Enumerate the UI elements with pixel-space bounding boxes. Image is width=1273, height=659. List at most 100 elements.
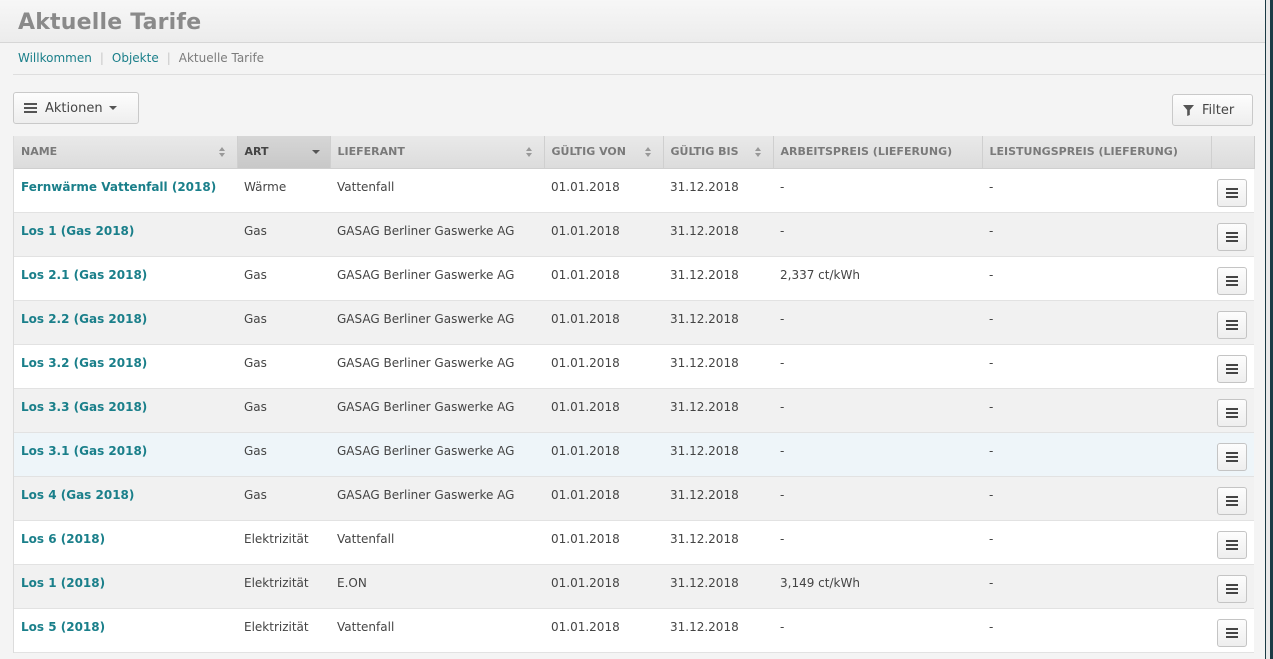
filter-button[interactable]: Filter xyxy=(1172,94,1253,126)
cell-arbeitspreis: - xyxy=(773,520,982,565)
row-menu-button[interactable] xyxy=(1217,530,1247,559)
cell-leistungspreis: - xyxy=(982,212,1211,257)
row-menu-icon xyxy=(1226,231,1238,242)
cell-actions xyxy=(1211,344,1254,389)
cell-gueltig-von: 01.01.2018 xyxy=(544,388,663,433)
table-row[interactable]: Los 5 (2018) Elektrizität Vattenfall 01.01.… xyxy=(14,608,1254,653)
sort-icon xyxy=(525,147,534,157)
cell-actions xyxy=(1211,476,1254,521)
cell-art: Gas xyxy=(237,388,330,433)
cell-name[interactable]: Los 1 (2018) xyxy=(14,564,237,609)
cell-leistungspreis: - xyxy=(982,564,1211,609)
cell-leistungspreis: - xyxy=(982,432,1211,477)
row-menu-button[interactable] xyxy=(1217,442,1247,471)
cell-arbeitspreis: - xyxy=(773,168,982,213)
cell-art: Gas xyxy=(237,476,330,521)
column-header-name[interactable]: NAME xyxy=(14,136,238,169)
column-header-leistungspreis[interactable]: LEISTUNGSPREIS (LIEFERUNG) xyxy=(982,136,1212,169)
row-menu-button[interactable] xyxy=(1217,178,1247,207)
cell-name[interactable]: Los 3.2 (Gas 2018) xyxy=(14,344,237,389)
cell-actions xyxy=(1211,608,1254,653)
cell-gueltig-bis: 31.12.2018 xyxy=(663,168,773,213)
cell-leistungspreis: - xyxy=(982,520,1211,565)
column-header-gueltig-von[interactable]: GÜLTIG VON xyxy=(544,136,664,169)
cell-name[interactable]: Los 1 (Gas 2018) xyxy=(14,212,237,257)
cell-arbeitspreis: 3,149 ct/kWh xyxy=(773,564,982,609)
cell-gueltig-von: 01.01.2018 xyxy=(544,344,663,389)
cell-leistungspreis: - xyxy=(982,256,1211,301)
cell-gueltig-von: 01.01.2018 xyxy=(544,564,663,609)
column-header-arbeitspreis[interactable]: ARBEITSPREIS (LIEFERUNG) xyxy=(773,136,983,169)
table-row[interactable]: Los 3.3 (Gas 2018) Gas GASAG Berliner Gasw… xyxy=(14,388,1254,433)
cell-art: Wärme xyxy=(237,168,330,213)
cell-art: Gas xyxy=(237,432,330,477)
row-menu-button[interactable] xyxy=(1217,354,1247,383)
divider xyxy=(13,74,1265,75)
table-row[interactable]: Los 4 (Gas 2018) Gas GASAG Berliner Gaswer… xyxy=(14,476,1254,521)
row-menu-icon xyxy=(1226,583,1238,594)
row-menu-button[interactable] xyxy=(1217,310,1247,339)
cell-art: Elektrizität xyxy=(237,564,330,609)
table-row[interactable]: Los 3.1 (Gas 2018) Gas GASAG Berliner Gasw… xyxy=(14,432,1254,477)
table-row[interactable]: Fernwärme Vattenfall (2018) Wärme Vattenfa… xyxy=(14,168,1254,213)
row-menu-button[interactable] xyxy=(1217,574,1247,603)
cell-gueltig-bis: 31.12.2018 xyxy=(663,212,773,257)
cell-name[interactable]: Los 3.1 (Gas 2018) xyxy=(14,432,237,477)
row-menu-button[interactable] xyxy=(1217,222,1247,251)
cell-name[interactable]: Fernwärme Vattenfall (2018) xyxy=(14,168,237,213)
cell-lieferant: GASAG Berliner Gaswerke AG xyxy=(330,432,544,477)
cell-gueltig-bis: 31.12.2018 xyxy=(663,388,773,433)
cell-arbeitspreis: - xyxy=(773,300,982,345)
column-header-gueltig-bis[interactable]: GÜLTIG BIS xyxy=(663,136,774,169)
row-menu-button[interactable] xyxy=(1217,266,1247,295)
cell-gueltig-bis: 31.12.2018 xyxy=(663,476,773,521)
cell-gueltig-bis: 31.12.2018 xyxy=(663,432,773,477)
cell-arbeitspreis: 2,337 ct/kWh xyxy=(773,256,982,301)
cell-leistungspreis: - xyxy=(982,476,1211,521)
cell-lieferant: GASAG Berliner Gaswerke AG xyxy=(330,388,544,433)
cell-actions xyxy=(1211,300,1254,345)
cell-lieferant: GASAG Berliner Gaswerke AG xyxy=(330,344,544,389)
cell-gueltig-von: 01.01.2018 xyxy=(544,256,663,301)
cell-gueltig-bis: 31.12.2018 xyxy=(663,520,773,565)
row-menu-icon xyxy=(1226,187,1238,198)
cell-name[interactable]: Los 2.2 (Gas 2018) xyxy=(14,300,237,345)
cell-gueltig-bis: 31.12.2018 xyxy=(663,608,773,653)
breadcrumb-objekte[interactable]: Objekte xyxy=(112,51,159,65)
table-row[interactable]: Los 2.2 (Gas 2018) Gas GASAG Berliner Gasw… xyxy=(14,300,1254,345)
tariff-table: NAME ART LIEFERANT GÜLTIG VON GÜLTIG BIS… xyxy=(13,136,1255,653)
cell-actions xyxy=(1211,520,1254,565)
cell-actions xyxy=(1211,212,1254,257)
actions-button[interactable]: Aktionen xyxy=(13,92,139,124)
cell-gueltig-von: 01.01.2018 xyxy=(544,300,663,345)
actions-button-label: Aktionen xyxy=(45,100,103,116)
cell-name[interactable]: Los 2.1 (Gas 2018) xyxy=(14,256,237,301)
cell-lieferant: Vattenfall xyxy=(330,608,544,653)
cell-art: Gas xyxy=(237,344,330,389)
cell-name[interactable]: Los 3.3 (Gas 2018) xyxy=(14,388,237,433)
row-menu-button[interactable] xyxy=(1217,398,1247,427)
table-row[interactable]: Los 6 (2018) Elektrizität Vattenfall 01.01.… xyxy=(14,520,1254,565)
cell-lieferant: GASAG Berliner Gaswerke AG xyxy=(330,300,544,345)
cell-art: Elektrizität xyxy=(237,608,330,653)
column-header-actions xyxy=(1211,136,1255,169)
cell-name[interactable]: Los 4 (Gas 2018) xyxy=(14,476,237,521)
column-header-art[interactable]: ART xyxy=(237,136,331,169)
table-row[interactable]: Los 2.1 (Gas 2018) Gas GASAG Berliner Gasw… xyxy=(14,256,1254,301)
row-menu-button[interactable] xyxy=(1217,618,1247,647)
right-edge-scrollbar[interactable] xyxy=(1266,0,1270,659)
row-menu-button[interactable] xyxy=(1217,486,1247,515)
cell-name[interactable]: Los 5 (2018) xyxy=(14,608,237,653)
table-row[interactable]: Los 3.2 (Gas 2018) Gas GASAG Berliner Gasw… xyxy=(14,344,1254,389)
cell-gueltig-von: 01.01.2018 xyxy=(544,520,663,565)
cell-gueltig-von: 01.01.2018 xyxy=(544,608,663,653)
sort-icon xyxy=(754,147,763,157)
table-row[interactable]: Los 1 (Gas 2018) Gas GASAG Berliner Gaswer… xyxy=(14,212,1254,257)
row-menu-icon xyxy=(1226,319,1238,330)
cell-name[interactable]: Los 6 (2018) xyxy=(14,520,237,565)
breadcrumb-willkommen[interactable]: Willkommen xyxy=(18,51,92,65)
cell-gueltig-bis: 31.12.2018 xyxy=(663,344,773,389)
column-header-lieferant[interactable]: LIEFERANT xyxy=(330,136,545,169)
cell-arbeitspreis: - xyxy=(773,344,982,389)
table-row[interactable]: Los 1 (2018) Elektrizität E.ON 01.01.2018 31… xyxy=(14,564,1254,609)
